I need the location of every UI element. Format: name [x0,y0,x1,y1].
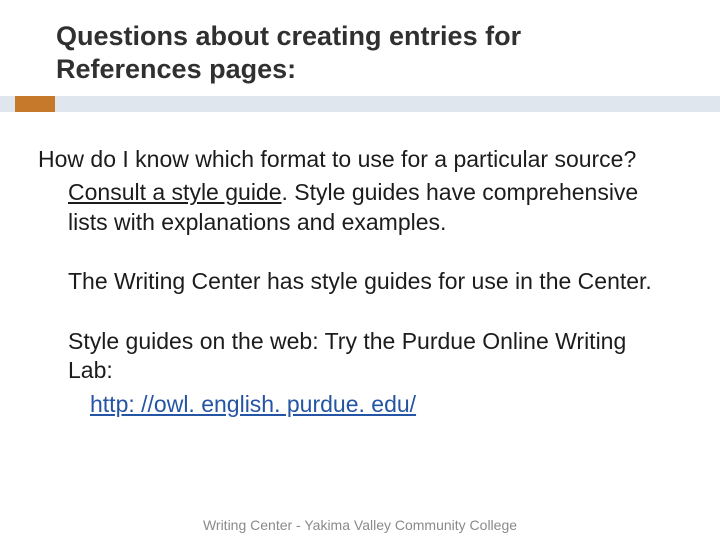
question-text: How do I know which format to use for a … [38,145,658,174]
accent-tab [15,96,55,112]
footer-text: Writing Center - Yakima Valley Community… [0,517,720,533]
accent-band [0,96,720,112]
link-line: http: //owl. english. purdue. edu/ [38,390,658,419]
paragraph-3: Style guides on the web: Try the Purdue … [38,327,658,386]
slide-title: Questions about creating entries for Ref… [56,20,664,86]
paragraph-2: The Writing Center has style guides for … [38,267,658,296]
slide: Questions about creating entries for Ref… [0,0,720,540]
answer-lead: Consult a style guide [68,179,282,205]
slide-body: How do I know which format to use for a … [38,145,658,419]
answer-text-1: Consult a style guide. Style guides have… [38,178,658,237]
purdue-owl-link[interactable]: http: //owl. english. purdue. edu/ [90,391,416,417]
